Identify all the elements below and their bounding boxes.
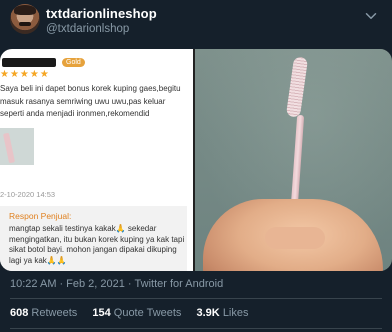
redacted-username (2, 58, 56, 67)
display-name[interactable]: txtdarionlineshop (46, 6, 157, 21)
quotes-label: Quote Tweets (113, 307, 182, 319)
likes-count: 3.9K (196, 307, 220, 319)
divider (10, 328, 382, 329)
retweets-stat[interactable]: 608 Retweets (10, 307, 77, 319)
review-date: 2-10-2020 14:53 (0, 190, 56, 199)
review-screenshot-image[interactable]: Gold ★★★★★ Saya beli ini dapet bonus kor… (0, 49, 193, 271)
tweet-media[interactable]: Gold ★★★★★ Saya beli ini dapet bonus kor… (0, 49, 392, 271)
tweet-stats: 608 Retweets 154 Quote Tweets 3.9K Likes (10, 307, 261, 319)
member-badge: Gold (62, 58, 85, 67)
avatar[interactable] (10, 4, 40, 34)
seller-reply-title: Respon Penjual: (9, 211, 72, 221)
bottle-brush-photo[interactable] (195, 49, 392, 271)
seller-reply-box: Respon Penjual: mangtap sekali testinya … (0, 206, 187, 271)
user-handle[interactable]: @txtdarionlshop (46, 23, 129, 35)
review-photo-thumbnail (0, 128, 34, 165)
tweet-header: txtdarionlineshop @txtdarionlshop (10, 2, 380, 44)
tweet-time[interactable]: 10:22 AM (10, 278, 56, 290)
retweets-count: 608 (10, 307, 29, 319)
likes-label: Likes (222, 307, 249, 319)
review-text: Saya beli ini dapet bonus korek kuping g… (0, 84, 181, 118)
tweet-source[interactable]: Twitter for Android (135, 278, 224, 290)
finger (265, 227, 325, 249)
tweet-meta: 10:22 AM · Feb 2, 2021 · Twitter for Android (10, 278, 224, 290)
quotes-stat[interactable]: 154 Quote Tweets (92, 307, 181, 319)
rating-stars: ★★★★★ (0, 69, 50, 80)
chevron-down-icon[interactable] (362, 7, 380, 25)
tweet-date[interactable]: Feb 2, 2021 (66, 278, 125, 290)
retweets-label: Retweets (31, 307, 78, 319)
quotes-count: 154 (92, 307, 111, 319)
likes-stat[interactable]: 3.9K Likes (197, 307, 249, 319)
seller-reply-text: mangtap sekali testinya kakak🙏 sekedar m… (9, 224, 185, 265)
divider (10, 298, 382, 299)
